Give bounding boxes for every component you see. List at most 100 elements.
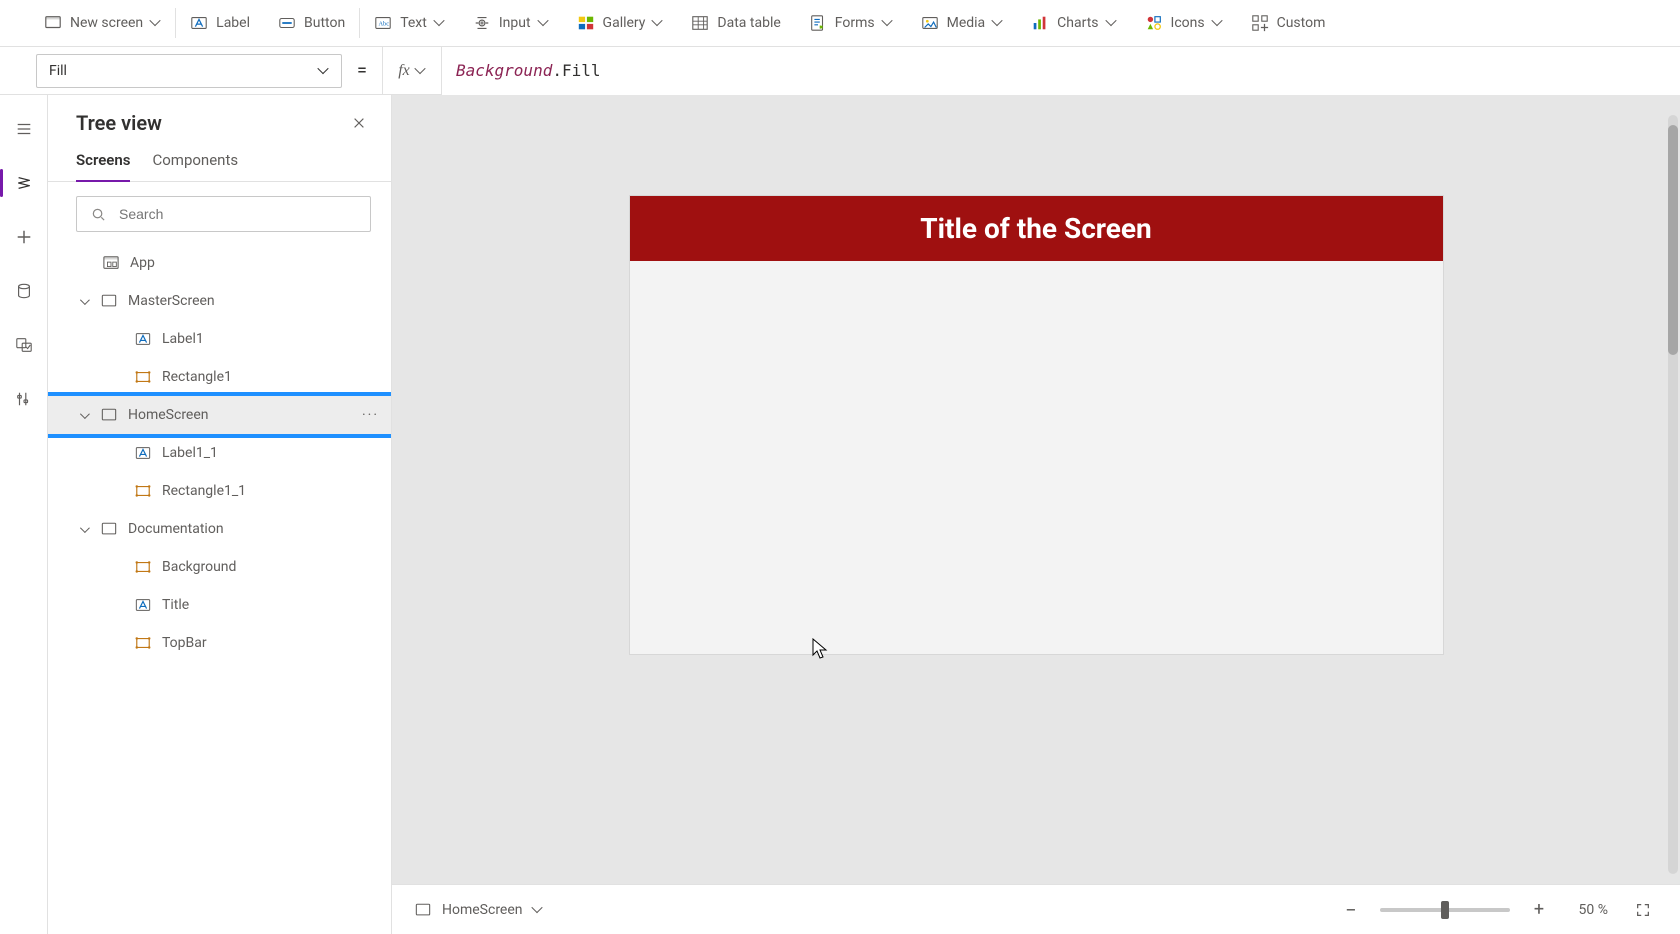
charts-menu[interactable]: Charts bbox=[1017, 0, 1130, 46]
zoom-slider[interactable] bbox=[1380, 908, 1510, 912]
equals-sign: = bbox=[342, 60, 382, 81]
gallery-menu[interactable]: Gallery bbox=[563, 0, 678, 46]
formula-bar: Fill = fx Background.Fill bbox=[0, 47, 1680, 95]
forms-menu-label: Forms bbox=[835, 15, 875, 31]
icons-menu-label: Icons bbox=[1171, 15, 1205, 31]
screen-icon bbox=[100, 520, 118, 538]
label-icon bbox=[134, 444, 152, 462]
property-selector[interactable]: Fill bbox=[36, 54, 342, 88]
rail-insert-button[interactable] bbox=[0, 213, 48, 261]
formula-token-reference: Background bbox=[456, 61, 552, 80]
gallery-icon bbox=[577, 14, 595, 32]
fit-to-window-button[interactable] bbox=[1628, 895, 1658, 925]
tree-view-title: Tree view bbox=[76, 111, 162, 135]
property-selector-value: Fill bbox=[49, 63, 67, 79]
button-button[interactable]: Button bbox=[264, 0, 359, 46]
text-icon: Abc bbox=[374, 14, 392, 32]
insert-ribbon: New screen Label Button Abc Text Input bbox=[0, 0, 1680, 47]
status-bar: HomeScreen − + 50 % bbox=[392, 884, 1680, 934]
rail-media-button[interactable] bbox=[0, 321, 48, 369]
screen-icon bbox=[414, 901, 432, 919]
zoom-level-label: 50 % bbox=[1568, 902, 1614, 918]
tree-node-label: Rectangle1 bbox=[162, 369, 232, 385]
minus-icon: − bbox=[1345, 898, 1356, 922]
chevron-down-icon bbox=[539, 18, 549, 28]
gallery-menu-label: Gallery bbox=[603, 15, 646, 31]
label-icon bbox=[134, 596, 152, 614]
text-menu-label: Text bbox=[400, 15, 427, 31]
data-table-button[interactable]: Data table bbox=[677, 0, 794, 46]
rail-hamburger-button[interactable] bbox=[0, 105, 48, 153]
chevron-down-icon bbox=[653, 18, 663, 28]
tree-node-documentation[interactable]: Documentation bbox=[48, 510, 391, 548]
icons-icon bbox=[1145, 14, 1163, 32]
tree-node-label1[interactable]: Label1 bbox=[48, 320, 391, 358]
zoom-slider-thumb[interactable] bbox=[1441, 901, 1449, 919]
screen-topbar: Title of the Screen bbox=[630, 196, 1443, 261]
tree-node-masterscreen[interactable]: MasterScreen bbox=[48, 282, 391, 320]
canvas-area[interactable]: Title of the Screen HomeScreen − bbox=[392, 95, 1680, 934]
zoom-out-button[interactable]: − bbox=[1336, 895, 1366, 925]
chevron-down-icon bbox=[76, 526, 90, 533]
tree-search-input[interactable] bbox=[76, 196, 371, 232]
fx-expand-button[interactable]: fx bbox=[382, 47, 442, 95]
custom-menu[interactable]: Custom bbox=[1237, 0, 1340, 46]
tree-search-field[interactable] bbox=[117, 205, 358, 223]
plus-icon: + bbox=[1534, 899, 1544, 920]
media-menu[interactable]: Media bbox=[907, 0, 1018, 46]
tree-node-label: Documentation bbox=[128, 521, 224, 537]
tree-node-homescreen[interactable]: HomeScreen ··· bbox=[48, 396, 391, 434]
app-icon bbox=[102, 254, 120, 272]
icons-menu[interactable]: Icons bbox=[1131, 0, 1237, 46]
chevron-down-icon bbox=[76, 412, 90, 419]
formula-token-plain: .Fill bbox=[552, 61, 600, 80]
screen-icon bbox=[44, 14, 62, 32]
chevron-down-icon bbox=[883, 18, 893, 28]
tab-components[interactable]: Components bbox=[152, 151, 238, 181]
tree-node-label: Background bbox=[162, 559, 236, 575]
rail-advanced-tools-button[interactable] bbox=[0, 375, 48, 423]
tab-screens[interactable]: Screens bbox=[76, 151, 130, 181]
forms-menu[interactable]: Forms bbox=[795, 0, 907, 46]
chevron-down-icon bbox=[319, 66, 329, 76]
text-menu[interactable]: Abc Text bbox=[360, 0, 459, 46]
chevron-down-icon bbox=[533, 905, 543, 915]
tree-node-app[interactable]: App bbox=[48, 244, 391, 282]
search-icon bbox=[89, 205, 107, 223]
rail-tree-view-button[interactable] bbox=[0, 159, 48, 207]
screen-preview[interactable]: Title of the Screen bbox=[629, 195, 1444, 655]
tree-node-title[interactable]: Title bbox=[48, 586, 391, 624]
tree-node-rectangle1-1[interactable]: Rectangle1_1 bbox=[48, 472, 391, 510]
formula-input[interactable]: Background.Fill bbox=[442, 47, 1680, 95]
tree-node-more-button[interactable]: ··· bbox=[362, 407, 379, 423]
custom-icon bbox=[1251, 14, 1269, 32]
chevron-down-icon bbox=[151, 18, 161, 28]
chevron-down-icon bbox=[435, 18, 445, 28]
statusbar-screen-selector[interactable]: HomeScreen bbox=[414, 901, 543, 919]
tree-node-label: Rectangle1_1 bbox=[162, 483, 246, 499]
tree-node-label: TopBar bbox=[162, 635, 207, 651]
chevron-down-icon bbox=[1107, 18, 1117, 28]
tree-node-topbar[interactable]: TopBar bbox=[48, 624, 391, 662]
input-menu[interactable]: Input bbox=[459, 0, 563, 46]
tree-node-background[interactable]: Background bbox=[48, 548, 391, 586]
tree-node-label1-1[interactable]: Label1_1 bbox=[48, 434, 391, 472]
label-icon bbox=[190, 14, 208, 32]
screen-icon bbox=[100, 292, 118, 310]
forms-icon bbox=[809, 14, 827, 32]
label-button[interactable]: Label bbox=[176, 0, 264, 46]
screen-title-text: Title of the Screen bbox=[920, 212, 1152, 245]
new-screen-button[interactable]: New screen bbox=[30, 0, 175, 46]
tree-node-label: Label1_1 bbox=[162, 445, 218, 461]
rectangle-icon bbox=[134, 368, 152, 386]
chevron-down-icon bbox=[416, 66, 426, 76]
zoom-in-button[interactable]: + bbox=[1524, 895, 1554, 925]
fx-label: fx bbox=[398, 62, 410, 80]
tree-node-rectangle1[interactable]: Rectangle1 bbox=[48, 358, 391, 396]
rail-data-button[interactable] bbox=[0, 267, 48, 315]
chevron-down-icon bbox=[1213, 18, 1223, 28]
custom-menu-label: Custom bbox=[1277, 15, 1326, 31]
tree-view-close-button[interactable] bbox=[345, 109, 373, 137]
data-table-icon bbox=[691, 14, 709, 32]
canvas-scrollbar[interactable] bbox=[1668, 115, 1678, 874]
